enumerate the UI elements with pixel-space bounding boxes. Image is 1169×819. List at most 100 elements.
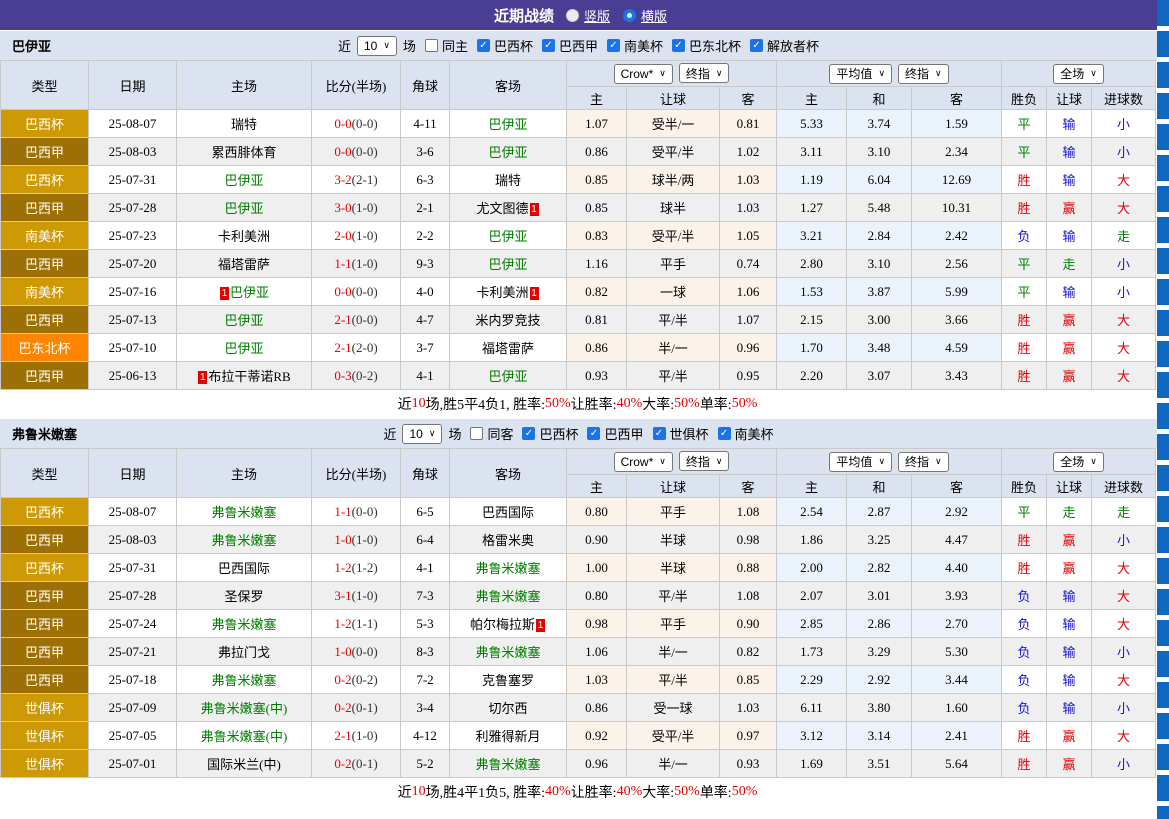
- halftime-score: (0-0): [352, 284, 378, 299]
- score-cell: 2-1(0-0): [312, 306, 401, 334]
- league-checkbox[interactable]: ✓: [672, 39, 685, 52]
- goals-result-cell: 小: [1092, 526, 1156, 554]
- league-checkbox[interactable]: ✓: [587, 427, 600, 440]
- match-row: 巴西杯25-07-31巴伊亚3-2(2-1)6-3瑞特0.85球半/两1.031…: [1, 166, 1156, 194]
- sub-column-header: 让球: [1047, 475, 1092, 498]
- score-cell: 1-2(1-1): [312, 610, 401, 638]
- match-count-select[interactable]: 10∨: [402, 424, 442, 444]
- team-label: 米内罗竞技: [475, 313, 540, 328]
- fulltime-score: 2-1: [334, 728, 351, 743]
- summary-segment: 50%: [674, 396, 700, 412]
- same-venue-checkbox[interactable]: [470, 427, 483, 440]
- summary-segment: 10: [412, 784, 426, 800]
- chevron-down-icon: ∨: [429, 429, 436, 438]
- home-odds-cell: 0.86: [567, 138, 627, 166]
- avg-away-cell: 4.59: [912, 334, 1002, 362]
- same-venue-checkbox[interactable]: [425, 39, 438, 52]
- column-header: 主场: [177, 61, 312, 110]
- handicap-result-cell: 输: [1047, 110, 1092, 138]
- scope-select[interactable]: 全场∨: [1053, 64, 1104, 84]
- scope-select[interactable]: 全场∨: [1053, 452, 1104, 472]
- average-source-select[interactable]: 平均值∨: [829, 452, 892, 472]
- date-cell: 25-07-31: [89, 554, 177, 582]
- summary-segment: 近: [398, 782, 412, 802]
- average-final-select[interactable]: 终指 ∨: [898, 64, 949, 84]
- chevron-down-icon: ∨: [878, 457, 885, 466]
- avg-home-cell: 2.00: [777, 554, 847, 582]
- column-header: 比分(半场): [312, 61, 401, 110]
- sub-column-header: 进球数: [1092, 87, 1156, 110]
- column-header: 日期: [89, 61, 177, 110]
- team-label: 巴伊亚: [224, 313, 263, 328]
- odds-final-select[interactable]: 终指∨: [679, 451, 730, 471]
- scope-group-header: 全场∨: [1002, 61, 1156, 87]
- vertical-layout-label[interactable]: 竖版: [584, 6, 610, 25]
- results-table: 类型日期主场比分(半场)角球客场Crow*∨终指∨平均值∨终指∨全场∨主让球客主…: [0, 60, 1156, 390]
- right-scroll-strip[interactable]: [1157, 0, 1169, 819]
- away-odds-cell: 0.93: [720, 750, 777, 778]
- away-team-cell: 切尔西: [450, 694, 567, 722]
- summary-segment: 50%: [732, 396, 758, 412]
- competition-cell: 世俱杯: [1, 694, 89, 722]
- avg-away-cell: 2.42: [912, 222, 1002, 250]
- home-team-cell: 巴伊亚: [177, 334, 312, 362]
- date-cell: 25-07-28: [89, 194, 177, 222]
- league-checkbox[interactable]: ✓: [653, 427, 666, 440]
- home-team-cell: 弗鲁米嫩塞: [177, 610, 312, 638]
- score-cell: 1-1(0-0): [312, 498, 401, 526]
- avg-home-cell: 1.53: [777, 278, 847, 306]
- avg-away-cell: 3.44: [912, 666, 1002, 694]
- league-checkbox[interactable]: ✓: [750, 39, 763, 52]
- league-checkbox[interactable]: ✓: [718, 427, 731, 440]
- rank-badge: 1: [530, 203, 539, 216]
- league-checkbox[interactable]: ✓: [542, 39, 555, 52]
- summary-segment: 单率:: [700, 394, 732, 414]
- halftime-score: (0-0): [352, 144, 378, 159]
- team-name: 巴伊亚: [12, 36, 51, 55]
- away-team-cell: 弗鲁米嫩塞: [450, 582, 567, 610]
- chevron-down-icon: ∨: [383, 41, 390, 50]
- odds-final-select[interactable]: 终指∨: [679, 63, 730, 83]
- team-label: 瑞特: [231, 117, 257, 132]
- goals-result-cell: 大: [1092, 554, 1156, 582]
- horizontal-layout-radio[interactable]: [623, 9, 636, 22]
- league-checkbox[interactable]: ✓: [607, 39, 620, 52]
- column-header: 比分(半场): [312, 449, 401, 498]
- home-team-cell: 弗鲁米嫩塞: [177, 526, 312, 554]
- avg-draw-cell: 6.04: [847, 166, 912, 194]
- average-final-select[interactable]: 终指∨: [898, 452, 949, 472]
- competition-cell: 巴西甲: [1, 194, 89, 222]
- match-count-select[interactable]: 10∨: [357, 36, 397, 56]
- column-header: 角球: [401, 61, 450, 110]
- record-summary: 近10场,胜4平1负5, 胜率:40% 让胜率:40% 大率:50% 单率:50…: [0, 778, 1155, 806]
- chevron-down-icon: ∨: [935, 69, 942, 78]
- fulltime-score: 0-2: [334, 672, 351, 687]
- team-label: 切尔西: [488, 701, 527, 716]
- league-checkbox[interactable]: ✓: [522, 427, 535, 440]
- odds-source-select[interactable]: Crow*∨: [614, 452, 673, 472]
- summary-segment: 大率:: [642, 394, 674, 414]
- summary-segment: 让胜率:: [571, 394, 617, 414]
- away-team-cell: 弗鲁米嫩塞: [450, 638, 567, 666]
- team-label: 巴伊亚: [224, 201, 263, 216]
- halftime-score: (0-0): [352, 504, 378, 519]
- summary-segment: 40%: [545, 784, 571, 800]
- league-label: 世俱杯: [670, 424, 709, 443]
- away-odds-cell: 1.05: [720, 222, 777, 250]
- average-final-select-value: 终指: [905, 65, 929, 82]
- vertical-layout-radio[interactable]: [566, 9, 579, 22]
- horizontal-layout-label[interactable]: 横版: [641, 6, 667, 25]
- avg-home-cell: 1.86: [777, 526, 847, 554]
- league-checkbox[interactable]: ✓: [477, 39, 490, 52]
- handicap-result-cell: 赢: [1047, 526, 1092, 554]
- odds-source-select[interactable]: Crow*∨: [614, 64, 673, 84]
- column-header: 主场: [177, 449, 312, 498]
- team-label: 福塔雷萨: [218, 257, 270, 272]
- competition-cell: 巴西甲: [1, 582, 89, 610]
- average-source-select[interactable]: 平均值∨: [829, 64, 892, 84]
- league-label: 巴西杯: [494, 36, 533, 55]
- avg-draw-cell: 3.10: [847, 250, 912, 278]
- halftime-score: (0-1): [352, 756, 378, 771]
- summary-segment: 40%: [617, 396, 643, 412]
- away-odds-cell: 1.06: [720, 278, 777, 306]
